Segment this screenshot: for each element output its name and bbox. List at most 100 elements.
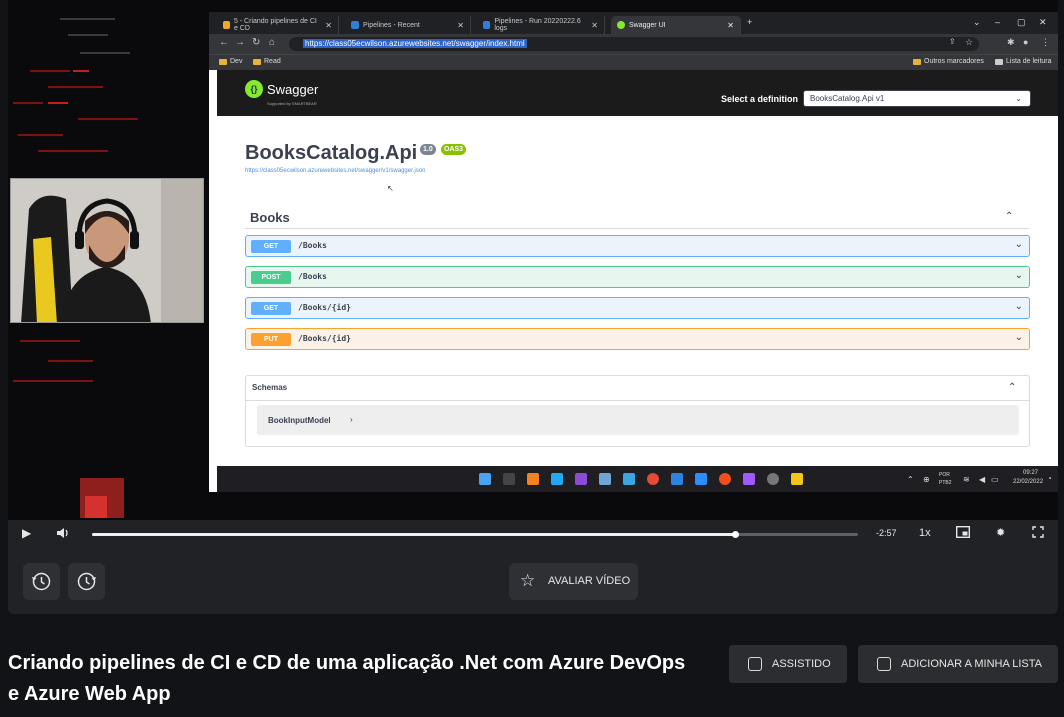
- app-icon[interactable]: [599, 473, 611, 485]
- forward-icon[interactable]: →: [235, 37, 245, 48]
- close-window-icon[interactable]: ✕: [1039, 17, 1047, 28]
- tray-chevron-icon[interactable]: ⌃: [907, 475, 914, 484]
- progress-handle[interactable]: [732, 531, 740, 538]
- player-controls: ▶ -2:57 1x ✹: [8, 520, 1058, 548]
- app-icon[interactable]: [767, 473, 779, 485]
- settings-gear-icon[interactable]: ✹: [996, 526, 1005, 539]
- method-badge: POST: [251, 271, 291, 284]
- chevron-up-icon[interactable]: ⌃: [1005, 211, 1013, 222]
- play-icon[interactable]: ▶: [22, 526, 31, 540]
- schemas-section: Schemas ⌃ BookInputModel ›: [245, 375, 1030, 447]
- browser-tab-active[interactable]: Swagger UI ✕: [611, 16, 741, 34]
- terminal-icon[interactable]: [503, 473, 515, 485]
- checkbox-icon: [877, 657, 891, 671]
- progress-bar[interactable]: [92, 531, 858, 538]
- spec-url-link[interactable]: https://class05ecwilson.azurewebsites.ne…: [245, 168, 425, 174]
- video-frame[interactable]: 5 - Criando pipelines de CI e CD ✕ Pipel…: [8, 0, 1058, 520]
- version-badge: 1.0: [420, 144, 436, 155]
- swagger-logo-icon: {}: [245, 80, 263, 98]
- app-icon[interactable]: [671, 473, 683, 485]
- operation-post-books[interactable]: POST /Books ⌄: [245, 266, 1030, 288]
- wifi-icon[interactable]: ≋: [963, 475, 970, 484]
- tag-section-title[interactable]: Books: [250, 210, 290, 225]
- decor-line: [20, 340, 80, 342]
- close-icon[interactable]: ✕: [591, 21, 598, 30]
- fullscreen-icon[interactable]: [1032, 526, 1044, 541]
- back-icon[interactable]: ←: [219, 37, 229, 48]
- file-explorer-icon[interactable]: [791, 473, 803, 485]
- chevron-right-icon: ›: [350, 415, 353, 424]
- rate-video-button[interactable]: ☆ AVALIAR VÍDEO: [509, 563, 638, 600]
- tray-icon[interactable]: ⊕: [923, 475, 930, 484]
- decor-line: [60, 18, 115, 20]
- video-player-page: 5 - Criando pipelines de CI e CD ✕ Pipel…: [0, 0, 1064, 717]
- picture-in-picture-icon[interactable]: [955, 525, 971, 541]
- api-title: BooksCatalog.Api: [245, 142, 418, 164]
- new-tab-icon[interactable]: +: [747, 17, 752, 27]
- chevron-up-icon[interactable]: ⌃: [1008, 382, 1016, 393]
- tab-search-icon[interactable]: ⌄: [973, 17, 981, 28]
- schema-model[interactable]: BookInputModel ›: [257, 405, 1019, 435]
- swagger-logo-sub: Supported by SMARTBEAR: [267, 101, 317, 106]
- browser-tab-bar: 5 - Criando pipelines de CI e CD ✕ Pipel…: [209, 12, 1058, 34]
- swagger-logo[interactable]: {} Swagger: [245, 80, 318, 98]
- add-to-list-button[interactable]: ADICIONAR A MINHA LISTA: [858, 645, 1058, 683]
- app-icon[interactable]: [623, 473, 635, 485]
- browser-tab[interactable]: Pipelines - Recent ✕: [345, 16, 471, 34]
- webcam-overlay: [10, 178, 204, 323]
- minimize-icon[interactable]: –: [995, 17, 1000, 27]
- close-icon[interactable]: ✕: [325, 21, 332, 30]
- definition-select[interactable]: BooksCatalog.Api v1 ⌄: [803, 90, 1031, 107]
- clock-time[interactable]: 09:27: [1023, 470, 1038, 476]
- bookmark-star-icon[interactable]: ☆: [965, 37, 973, 48]
- postman-icon[interactable]: [719, 473, 731, 485]
- definition-label: Select a definition: [721, 94, 799, 104]
- app-icon[interactable]: [695, 473, 707, 485]
- url-field[interactable]: https://class05ecwilson.azurewebsites.ne…: [289, 37, 979, 51]
- chevron-down-icon: ⌄: [1014, 270, 1023, 281]
- notification-icon[interactable]: ◔: [1047, 474, 1052, 483]
- forward-button[interactable]: [68, 563, 105, 600]
- profile-icon[interactable]: ●: [1023, 37, 1028, 47]
- operation-path: /Books: [298, 241, 327, 250]
- divider: [245, 228, 1029, 229]
- screen-share: 5 - Criando pipelines de CI e CD ✕ Pipel…: [209, 12, 1058, 492]
- share-icon[interactable]: ⇪: [949, 37, 956, 46]
- bookmark-dev[interactable]: Dev: [219, 58, 242, 65]
- keyboard-lang[interactable]: POR: [939, 472, 950, 478]
- figma-icon[interactable]: [743, 473, 755, 485]
- rewind-button[interactable]: [23, 563, 60, 600]
- volume-icon[interactable]: [56, 526, 70, 543]
- playback-speed-button[interactable]: 1x: [919, 527, 931, 539]
- start-icon[interactable]: [479, 473, 491, 485]
- browser-tab[interactable]: 5 - Criando pipelines de CI e CD ✕: [217, 16, 339, 34]
- decor-line: [30, 70, 70, 72]
- visual-studio-icon[interactable]: [575, 473, 587, 485]
- browser-tab[interactable]: Pipelines - Run 20220222.6 logs ✕: [477, 16, 605, 34]
- operation-path: /Books/{id}: [298, 303, 351, 312]
- tab-label: Pipelines - Recent: [363, 21, 420, 29]
- sublime-icon[interactable]: [527, 473, 539, 485]
- volume-icon[interactable]: ◀: [979, 475, 985, 484]
- progress-fill: [92, 533, 736, 536]
- bookmark-other[interactable]: Outros marcadores: [913, 58, 984, 65]
- operation-get-book-by-id[interactable]: GET /Books/{id} ⌄: [245, 297, 1030, 319]
- maximize-icon[interactable]: ▢: [1017, 17, 1026, 28]
- battery-icon[interactable]: ▭: [991, 475, 999, 484]
- home-icon[interactable]: ⌂: [269, 37, 275, 48]
- vscode-icon[interactable]: [551, 473, 563, 485]
- bookmark-reading-list[interactable]: Lista de leitura: [995, 58, 1052, 65]
- forward-icon: [77, 572, 96, 591]
- divider: [246, 400, 1029, 401]
- extensions-icon[interactable]: ✱: [1007, 37, 1015, 48]
- reload-icon[interactable]: ↻: [252, 37, 260, 48]
- close-icon[interactable]: ✕: [457, 21, 464, 30]
- close-icon[interactable]: ✕: [727, 21, 734, 30]
- menu-icon[interactable]: ⋮: [1041, 37, 1050, 48]
- chrome-icon[interactable]: [647, 473, 659, 485]
- watched-button[interactable]: ASSISTIDO: [729, 645, 847, 683]
- bookmark-read[interactable]: Read: [253, 58, 281, 65]
- operation-put-book-by-id[interactable]: PUT /Books/{id} ⌄: [245, 328, 1030, 350]
- schemas-title[interactable]: Schemas: [252, 383, 287, 392]
- operation-get-books[interactable]: GET /Books ⌄: [245, 235, 1030, 257]
